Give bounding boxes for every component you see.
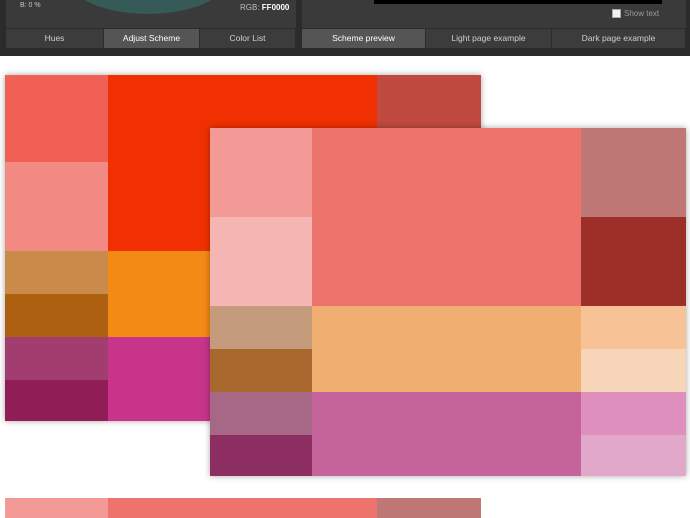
brightness-readout: B: 0 % — [20, 2, 41, 9]
swatch-b-left-6 — [210, 435, 312, 476]
swatch-b-right-4 — [581, 349, 686, 392]
swatch-b-center-top — [312, 128, 581, 306]
show-text-label: Show text — [624, 9, 660, 18]
color-wheel-panel: B: 0 % RGB: FF0000 — [6, 0, 296, 28]
swatch-c-left — [5, 498, 108, 518]
color-wheel[interactable] — [68, 0, 228, 14]
show-text-checkbox[interactable] — [612, 9, 621, 18]
swatch-b-center-mid — [312, 306, 581, 392]
swatch-c-right — [377, 498, 481, 518]
tab-color-list[interactable]: Color List — [200, 29, 296, 48]
tab-adjust-scheme[interactable]: Adjust Scheme — [104, 29, 200, 48]
swatch-b-right-3 — [581, 306, 686, 349]
swatch-a-left-6 — [5, 380, 108, 421]
swatch-c-center — [108, 498, 377, 518]
left-tab-bar: Hues Adjust Scheme Color List — [6, 29, 296, 48]
rgb-label: RGB: — [240, 3, 260, 12]
swatch-a-left-1 — [5, 75, 108, 162]
show-text-option[interactable]: Show text — [612, 9, 659, 18]
swatch-b-right-2 — [581, 217, 686, 306]
color-scheme-b — [210, 128, 686, 476]
preview-panel: Show text — [302, 0, 686, 28]
rgb-readout: RGB: FF0000 — [240, 3, 289, 12]
swatch-b-left-5 — [210, 392, 312, 435]
swatch-b-left-2 — [210, 217, 312, 306]
tab-dark-page-example[interactable]: Dark page example — [552, 29, 686, 48]
rgb-value: FF0000 — [261, 3, 290, 12]
right-tab-bar: Scheme preview Light page example Dark p… — [302, 29, 686, 48]
swatch-b-left-3 — [210, 306, 312, 349]
swatch-b-right-1 — [581, 128, 686, 217]
tab-hues[interactable]: Hues — [6, 29, 104, 48]
swatch-b-right-5 — [581, 392, 686, 435]
swatch-b-center-bottom — [312, 392, 581, 476]
swatch-a-left-5 — [5, 337, 108, 380]
swatch-a-left-2 — [5, 162, 108, 251]
swatch-a-left-3 — [5, 251, 108, 294]
app-toolbar: B: 0 % RGB: FF0000 Show text Hues Adjust… — [0, 0, 690, 56]
tab-light-page-example[interactable]: Light page example — [426, 29, 552, 48]
tab-scheme-preview[interactable]: Scheme preview — [302, 29, 426, 48]
preview-area — [374, 0, 662, 4]
color-scheme-c — [5, 498, 481, 518]
swatch-b-left-1 — [210, 128, 312, 217]
swatch-b-left-4 — [210, 349, 312, 392]
swatch-a-left-4 — [5, 294, 108, 337]
swatch-b-right-6 — [581, 435, 686, 476]
